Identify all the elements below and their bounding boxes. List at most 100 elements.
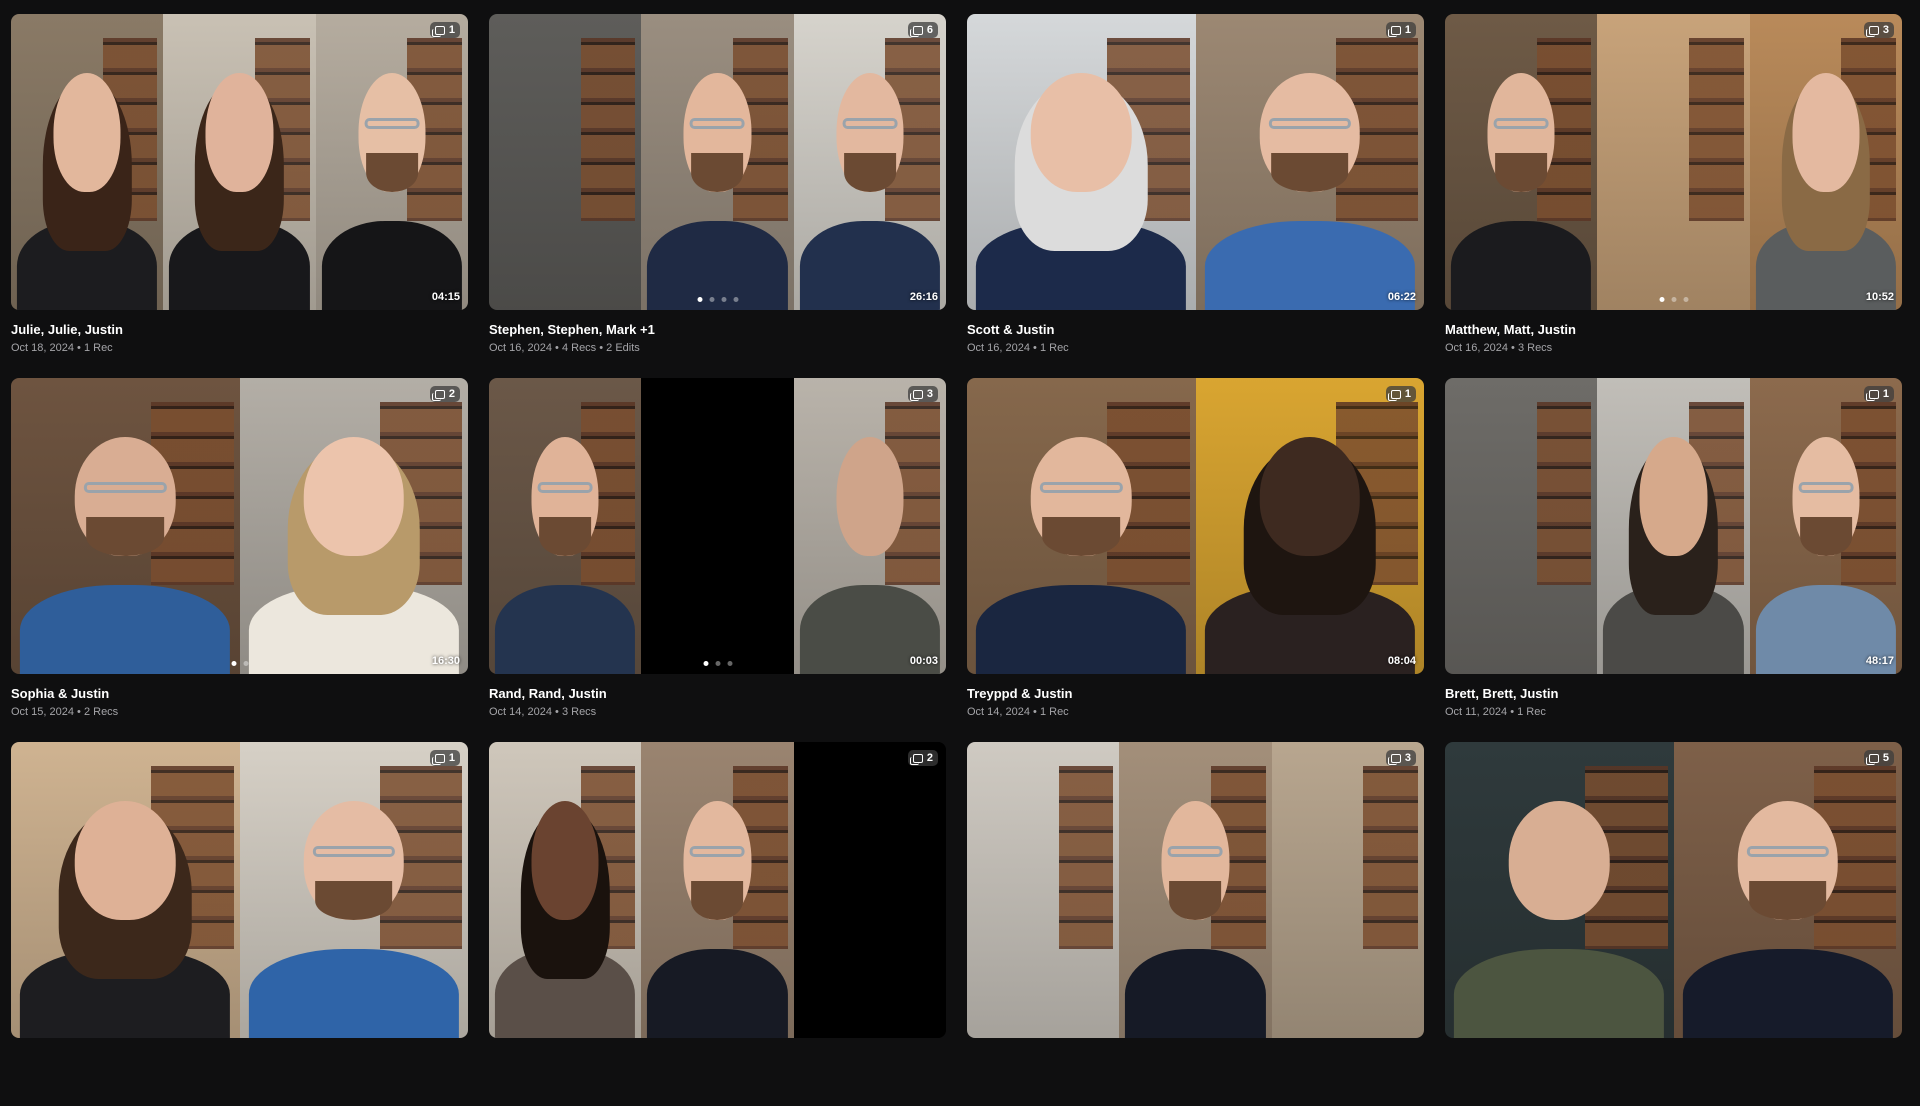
participant-body	[1454, 949, 1665, 1038]
carousel-dot[interactable]	[721, 297, 726, 302]
participant-frame	[11, 742, 240, 1038]
recording-meta: Oct 14, 2024 • 3 Recs	[489, 706, 597, 718]
recording-meta: Oct 14, 2024 • 1 Rec	[967, 706, 1069, 718]
recording-card[interactable]: 3	[967, 742, 1424, 1106]
recording-title[interactable]: Treyppd & Justin	[967, 686, 1424, 701]
participant-frame	[1597, 14, 1750, 310]
recording-thumbnail[interactable]: 3 10:52	[1445, 14, 1902, 310]
recording-count: 2	[926, 752, 933, 764]
recording-meta: Oct 16, 2024 • 4 Recs • 2 Edits	[489, 342, 640, 354]
recording-thumbnail[interactable]: 1 06:22	[967, 14, 1424, 310]
carousel-indicator[interactable]	[231, 661, 248, 666]
participant-glasses	[312, 845, 395, 857]
recording-card[interactable]: 2	[489, 742, 946, 1106]
participant-frame	[11, 378, 240, 674]
recordings-stack-icon	[431, 753, 445, 765]
recording-count-badge: 2	[429, 386, 460, 402]
participant-body	[1125, 949, 1266, 1038]
recording-meta: Oct 16, 2024 • 1 Rec	[967, 342, 1069, 354]
recordings-stack-icon	[1865, 25, 1879, 37]
recording-title[interactable]: Matthew, Matt, Justin	[1445, 322, 1902, 337]
recording-card[interactable]: 1 48:17 Brett, Brett, Justin Oct 11, 2024 •…	[1445, 378, 1902, 742]
recording-count: 3	[926, 388, 933, 400]
duration-label: 04:15	[431, 291, 460, 303]
participant-frame	[1597, 378, 1750, 674]
participant-frame	[1445, 742, 1674, 1038]
recording-title[interactable]: Brett, Brett, Justin	[1445, 686, 1902, 701]
carousel-indicator[interactable]	[1659, 297, 1688, 302]
recording-thumbnail[interactable]: 1 48:17	[1445, 378, 1902, 674]
recording-title[interactable]: Stephen, Stephen, Mark +1	[489, 322, 946, 337]
frame-background	[641, 378, 794, 674]
duration-label: 00:03	[909, 655, 938, 667]
participant-frame	[793, 742, 946, 1038]
recording-card[interactable]: 6 26:16 Stephen, Stephen, Mark +1 Oct 16, 2…	[489, 14, 946, 378]
participant-frame	[11, 14, 164, 310]
recording-card[interactable]: 1 04:15 Julie, Julie, Justin Oct 18, 2024 •…	[11, 14, 468, 378]
carousel-dot[interactable]	[1671, 297, 1676, 302]
carousel-indicator[interactable]	[703, 661, 732, 666]
recording-thumbnail[interactable]: 6 26:16	[489, 14, 946, 310]
recording-title[interactable]: Julie, Julie, Justin	[11, 322, 468, 337]
recording-title[interactable]: Sophia & Justin	[11, 686, 468, 701]
carousel-dot[interactable]	[243, 661, 248, 666]
recording-count-badge: 1	[429, 22, 460, 38]
participant-frame	[239, 742, 468, 1038]
recordings-stack-icon	[909, 25, 923, 37]
duration-label: 10:52	[1865, 291, 1894, 303]
carousel-dot[interactable]	[1659, 297, 1664, 302]
recording-thumbnail[interactable]: 1 08:04	[967, 378, 1424, 674]
recording-title[interactable]: Rand, Rand, Justin	[489, 686, 946, 701]
participant-frame	[489, 742, 642, 1038]
carousel-dot[interactable]	[703, 661, 708, 666]
recording-card[interactable]: 3 10:52 Matthew, Matt, Justin Oct 16, 2024 …	[1445, 14, 1902, 378]
recording-title[interactable]: Scott & Justin	[967, 322, 1424, 337]
participant-frame	[1195, 14, 1424, 310]
recording-thumbnail[interactable]: 5	[1445, 742, 1902, 1038]
recording-thumbnail[interactable]: 1	[11, 742, 468, 1038]
recording-thumbnail[interactable]: 1 04:15	[11, 14, 468, 310]
recording-thumbnail[interactable]: 3	[967, 742, 1424, 1038]
recording-thumbnail[interactable]: 2 16:30	[11, 378, 468, 674]
participant-frame	[641, 378, 794, 674]
carousel-dot[interactable]	[733, 297, 738, 302]
recording-card[interactable]: 1	[11, 742, 468, 1106]
participant-frame	[489, 378, 642, 674]
recording-thumbnail[interactable]: 2	[489, 742, 946, 1038]
participant-frame	[967, 14, 1196, 310]
participant-frame	[163, 14, 316, 310]
carousel-dot[interactable]	[715, 661, 720, 666]
recording-count-badge: 2	[907, 750, 938, 766]
participant-frame	[1119, 742, 1272, 1038]
carousel-dot[interactable]	[231, 661, 236, 666]
carousel-dot[interactable]	[697, 297, 702, 302]
duration-label: 06:22	[1387, 291, 1416, 303]
recording-count: 1	[1882, 388, 1889, 400]
participant-frame	[1445, 378, 1598, 674]
recording-thumbnail[interactable]: 3 00:03	[489, 378, 946, 674]
participant-body	[495, 585, 636, 674]
recording-count-badge: 6	[907, 22, 938, 38]
participant-head	[1030, 73, 1132, 192]
duration-label: 16:30	[431, 655, 460, 667]
participant-frame	[793, 378, 946, 674]
recording-card[interactable]: 2 16:30 Sophia & Justin Oct 15, 2024 • 2 Re…	[11, 378, 468, 742]
participant-glasses	[690, 117, 745, 129]
recording-card[interactable]: 1 08:04 Treyppd & Justin Oct 14, 2024 • 1 R…	[967, 378, 1424, 742]
participant-head	[1792, 73, 1860, 192]
recording-meta: Oct 16, 2024 • 3 Recs	[1445, 342, 1553, 354]
recording-card[interactable]: 3 00:03 Rand, Rand, Justin Oct 14, 2024 • 3…	[489, 378, 946, 742]
recording-count: 1	[448, 752, 455, 764]
participant-head	[53, 73, 121, 192]
carousel-indicator[interactable]	[697, 297, 738, 302]
recording-card[interactable]: 5	[1445, 742, 1902, 1106]
recording-card[interactable]: 1 06:22 Scott & Justin Oct 16, 2024 • 1 Rec	[967, 14, 1424, 378]
carousel-dot[interactable]	[1683, 297, 1688, 302]
participant-body	[976, 585, 1187, 674]
participant-frame	[641, 14, 794, 310]
carousel-dot[interactable]	[709, 297, 714, 302]
bookshelf	[1688, 37, 1744, 222]
participant-frame	[967, 378, 1196, 674]
carousel-dot[interactable]	[727, 661, 732, 666]
participant-frame	[1749, 378, 1902, 674]
